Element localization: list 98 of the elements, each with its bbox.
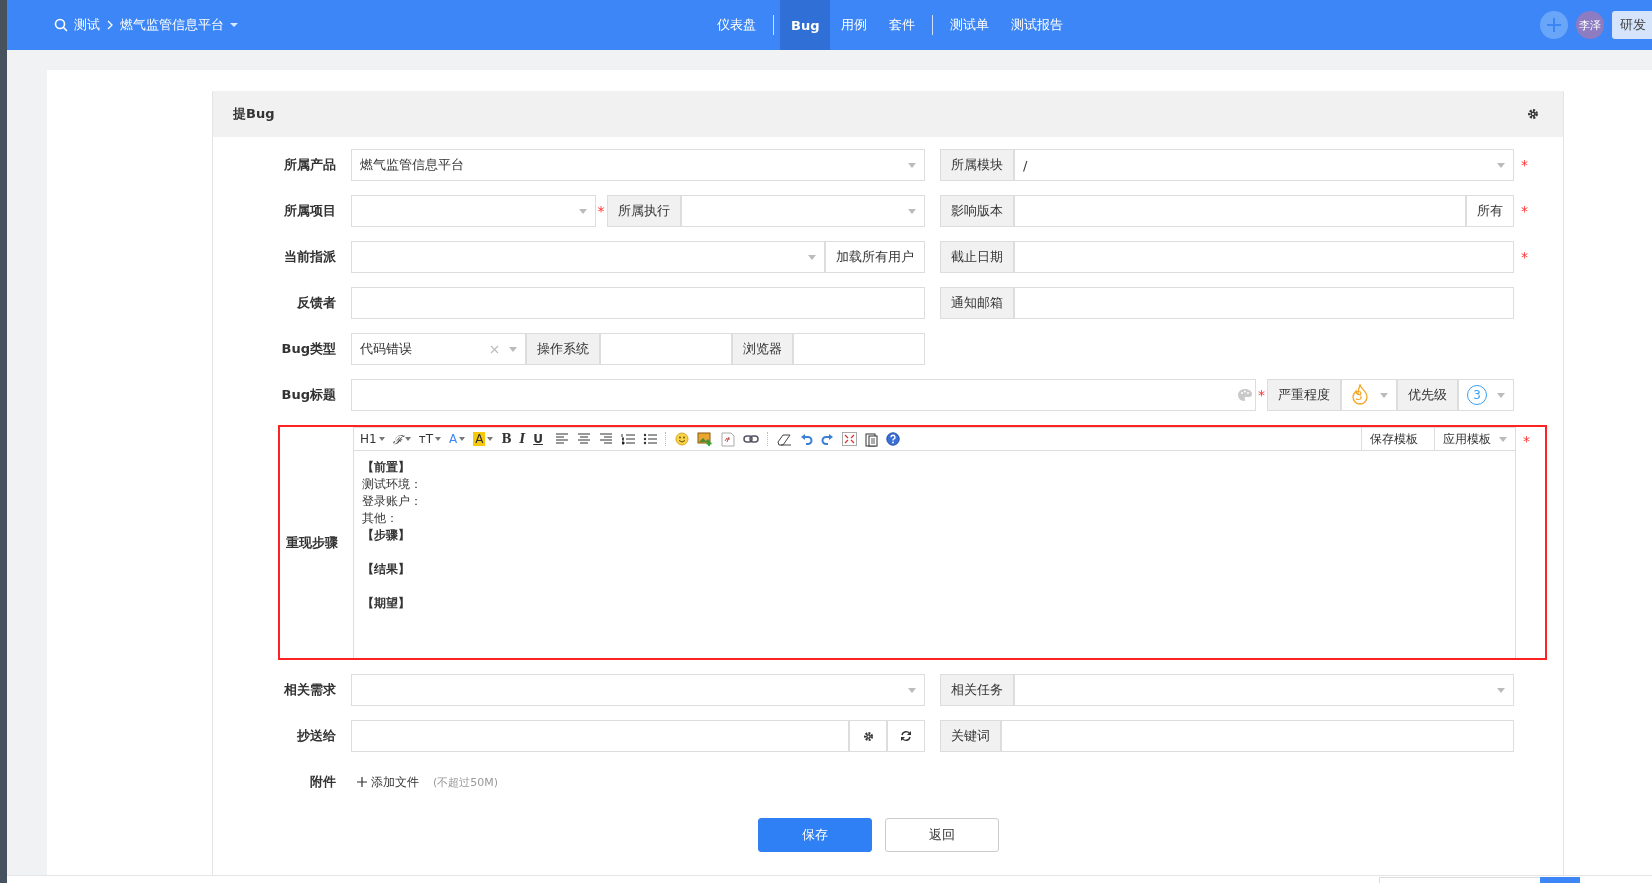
link-icon[interactable] <box>742 434 759 444</box>
type-select[interactable]: 代码错误 <box>351 333 526 365</box>
field-label: 相关任务 <box>940 674 1014 706</box>
field-label: 严重程度 <box>1267 379 1341 411</box>
panel-title: 提Bug <box>233 105 275 123</box>
field-label: 重现步骤 <box>285 533 339 552</box>
format-button[interactable]: ᴛT <box>418 432 441 446</box>
editor-text-line: 登录账户： <box>362 493 423 510</box>
paste-icon[interactable] <box>864 431 878 447</box>
format-button[interactable]: I <box>519 432 526 446</box>
image-icon[interactable] <box>696 432 713 446</box>
file-size-hint: (不超过50M) <box>433 774 499 790</box>
field-label: 抄送给 <box>296 727 337 745</box>
field-label: 当前指派 <box>283 248 337 266</box>
os-field[interactable] <box>600 333 732 365</box>
rich-text-editor[interactable]: H1 ℱ ᴛT A A B I U 保存模板 应用模板 【前置】 测试环境： 登录账户： 其他： 【步骤】 【结果】 【期望】 <box>353 427 1516 658</box>
field-label: 优先级 <box>1397 379 1458 411</box>
settings-button[interactable] <box>849 720 887 752</box>
bulleted-list-icon[interactable] <box>642 433 657 445</box>
editor-text-line: 【步骤】 <box>362 527 411 544</box>
required-mark: * <box>1522 432 1531 449</box>
module-select[interactable]: / <box>1014 149 1514 181</box>
caret-icon <box>230 22 238 28</box>
breadcrumb-link[interactable]: 测试 <box>74 16 100 34</box>
field-label: 通知邮箱 <box>940 287 1014 319</box>
field-label: 附件 <box>309 773 337 791</box>
redo-icon[interactable] <box>820 432 834 446</box>
settings-icon[interactable] <box>1527 108 1539 120</box>
format-button[interactable]: B <box>501 432 512 446</box>
all-builds-button[interactable]: 所有 <box>1466 195 1514 227</box>
field-label: 关键词 <box>940 720 1001 752</box>
align-center-icon[interactable] <box>576 433 591 445</box>
fullscreen-icon[interactable] <box>841 432 857 446</box>
title-field[interactable] <box>351 379 1256 411</box>
add-icon[interactable] <box>1540 11 1568 39</box>
field-label: 所属项目 <box>283 202 337 220</box>
user-avatar[interactable]: 李泽 <box>1576 11 1604 39</box>
format-button[interactable]: U <box>533 432 543 446</box>
required-mark: * <box>1520 249 1529 265</box>
editor-text-line: 【结果】 <box>362 561 411 578</box>
required-mark: * <box>1520 203 1529 219</box>
cc-field[interactable] <box>351 720 849 752</box>
plus-icon <box>357 777 367 787</box>
field-label: 所属产品 <box>283 156 337 174</box>
nav-tab[interactable]: 套件 <box>878 0 927 50</box>
field-label: 相关需求 <box>283 681 337 699</box>
editor-text-line: 【期望】 <box>362 595 411 612</box>
load-all-users-button[interactable]: 加载所有用户 <box>825 241 925 273</box>
code-icon[interactable] <box>720 431 735 447</box>
field-label: 操作系统 <box>526 333 600 365</box>
palette-icon[interactable] <box>1237 388 1253 402</box>
format-button[interactable]: H1 <box>360 432 385 446</box>
nav-tab[interactable]: 用例 <box>830 0 879 50</box>
editor-text-line: 其他： <box>362 510 399 527</box>
align-right-icon[interactable] <box>598 433 613 445</box>
back-button[interactable]: 返回 <box>884 818 999 852</box>
field-label: 截止日期 <box>940 241 1014 273</box>
refresh-icon <box>900 730 912 742</box>
undo-icon[interactable] <box>799 432 813 446</box>
align-left-icon[interactable] <box>554 433 569 445</box>
product-select[interactable]: 燃气监管信息平台 <box>351 149 925 181</box>
deadline-field[interactable] <box>1014 241 1514 273</box>
add-file-button[interactable]: 添加文件 <box>357 773 419 791</box>
email-field[interactable] <box>1014 287 1514 319</box>
field-label: Bug类型 <box>280 340 337 358</box>
format-button[interactable]: A <box>449 432 466 446</box>
chevron-right-icon <box>106 20 114 30</box>
field-label: Bug标题 <box>280 386 337 404</box>
help-icon[interactable] <box>885 432 900 446</box>
editor-text-line: 【前置】 <box>362 459 411 476</box>
smiley-icon[interactable] <box>674 432 689 446</box>
field-label: 影响版本 <box>940 195 1014 227</box>
settings-icon <box>862 730 874 742</box>
dev-button[interactable]: 研发 <box>1612 11 1652 39</box>
refresh-button[interactable] <box>887 720 925 752</box>
feedback-field[interactable] <box>351 287 925 319</box>
field-label: 反馈者 <box>296 294 337 312</box>
nav-tab[interactable]: 仪表盘 <box>706 0 767 50</box>
nav-tab[interactable]: 测试单 <box>939 0 1001 50</box>
eraser-icon[interactable] <box>776 432 792 446</box>
editor-text-line: 测试环境： <box>362 476 423 493</box>
clear-icon[interactable] <box>490 344 499 354</box>
severity-flame-badge: 3 <box>1350 384 1370 406</box>
field-label: 所属模块 <box>940 149 1014 181</box>
browser-field[interactable] <box>793 333 925 365</box>
required-mark: * <box>1257 386 1266 405</box>
keywords-field[interactable] <box>1001 720 1514 752</box>
field-label: 浏览器 <box>732 333 793 365</box>
product-switcher[interactable]: 燃气监管信息平台 <box>120 16 224 34</box>
field-label: 所属执行 <box>606 195 681 227</box>
save-button[interactable]: 保存 <box>757 818 872 852</box>
nav-tab[interactable]: Bug <box>780 0 831 50</box>
nav-tab[interactable]: 测试报告 <box>1000 0 1075 50</box>
format-button[interactable]: ℱ <box>392 430 411 448</box>
required-mark: * <box>1520 157 1529 173</box>
required-mark: * <box>596 202 606 221</box>
numbered-list-icon[interactable] <box>620 433 635 445</box>
search-icon[interactable] <box>54 18 68 32</box>
